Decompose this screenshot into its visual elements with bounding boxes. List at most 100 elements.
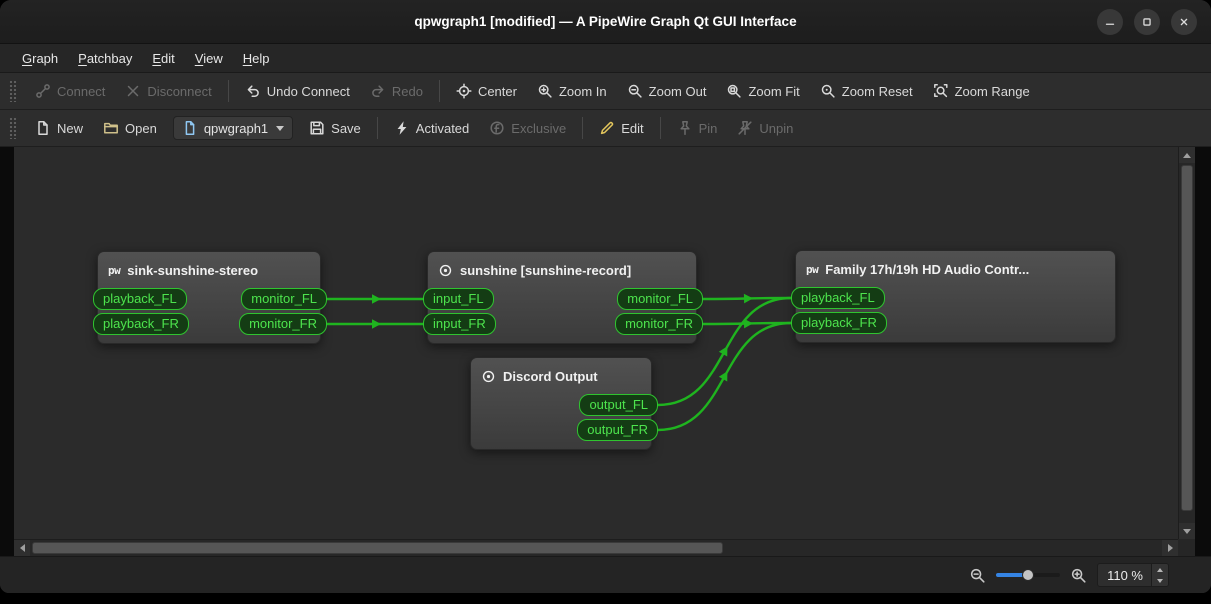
zoom-fit-button[interactable]: Zoom Fit bbox=[717, 79, 808, 103]
connection-arrow-icon bbox=[744, 294, 753, 304]
port-row: output_FR bbox=[466, 419, 658, 441]
horizontal-scroll-thumb[interactable] bbox=[32, 542, 723, 554]
activated-button[interactable]: Activated bbox=[385, 116, 478, 140]
zoom-value: 110 % bbox=[1098, 564, 1151, 586]
port-input_FR[interactable]: input_FR bbox=[423, 313, 496, 335]
horizontal-scrollbar[interactable] bbox=[14, 539, 1178, 556]
patchbay-file-combo-label: qpwgraph1 bbox=[204, 121, 268, 136]
scrollbar-corner bbox=[1178, 539, 1195, 556]
app-window: qpwgraph1 [modified] — A PipeWire Graph … bbox=[0, 0, 1211, 593]
maximize-icon[interactable] bbox=[1134, 9, 1160, 35]
open-button[interactable]: Open bbox=[94, 116, 166, 140]
new-icon bbox=[35, 120, 51, 136]
menubar: GraphPatchbayEditViewHelp bbox=[0, 44, 1211, 73]
port-playback_FL[interactable]: playback_FL bbox=[791, 287, 885, 309]
zoom-in-button[interactable]: Zoom In bbox=[528, 79, 616, 103]
port-input_FL[interactable]: input_FL bbox=[423, 288, 494, 310]
connection-arrow-icon bbox=[719, 371, 728, 381]
zoom-in-icon bbox=[537, 83, 553, 99]
pin-button[interactable]: Pin bbox=[668, 116, 727, 140]
undo-connect-button[interactable]: Undo Connect bbox=[236, 79, 359, 103]
menu-edit[interactable]: Edit bbox=[142, 47, 184, 70]
central-area: pwsink-sunshine-stereoplayback_FLmonitor… bbox=[0, 147, 1211, 556]
node-family-audio[interactable]: pwFamily 17h/19h HD Audio Contr...playba… bbox=[795, 250, 1116, 343]
zoom-fit-icon bbox=[726, 83, 742, 99]
toolbar-handle[interactable] bbox=[9, 117, 17, 139]
zoom-out-icon[interactable] bbox=[969, 567, 986, 584]
port-output_FL[interactable]: output_FL bbox=[579, 394, 658, 416]
undo-connect-button-label: Undo Connect bbox=[267, 84, 350, 99]
toolbar-handle[interactable] bbox=[9, 80, 17, 102]
node-sink-sunshine-stereo[interactable]: pwsink-sunshine-stereoplayback_FLmonitor… bbox=[97, 251, 321, 344]
port-monitor_FL[interactable]: monitor_FL bbox=[617, 288, 703, 310]
zoom-slider-handle[interactable] bbox=[1022, 569, 1034, 581]
zoom-slider[interactable] bbox=[996, 567, 1060, 583]
exclusive-button-label: Exclusive bbox=[511, 121, 566, 136]
toolbar-separator bbox=[660, 117, 661, 139]
minimize-icon[interactable] bbox=[1097, 9, 1123, 35]
save-button[interactable]: Save bbox=[300, 116, 370, 140]
vertical-scrollbar[interactable] bbox=[1178, 147, 1195, 539]
disconnect-button[interactable]: Disconnect bbox=[116, 79, 220, 103]
connection-wire[interactable] bbox=[703, 298, 791, 299]
scroll-down-button[interactable] bbox=[1179, 523, 1195, 539]
unpin-button[interactable]: Unpin bbox=[728, 116, 802, 140]
connection-arrow-icon bbox=[372, 319, 381, 329]
port-row: input_FR monitor_FR bbox=[423, 313, 703, 335]
titlebar[interactable]: qpwgraph1 [modified] — A PipeWire Graph … bbox=[0, 0, 1211, 44]
node-sunshine[interactable]: sunshine [sunshine-record]input_FLmonito… bbox=[427, 251, 697, 344]
new-button[interactable]: New bbox=[26, 116, 92, 140]
menu-view[interactable]: View bbox=[185, 47, 233, 70]
undo-icon bbox=[245, 83, 261, 99]
connection-wire[interactable] bbox=[703, 323, 791, 324]
arrow-up-icon bbox=[1183, 153, 1191, 158]
port-row: playback_FL monitor_FL bbox=[93, 288, 327, 310]
vertical-scroll-track[interactable] bbox=[1179, 163, 1195, 523]
zoom-range-button[interactable]: Zoom Range bbox=[924, 79, 1039, 103]
open-button-label: Open bbox=[125, 121, 157, 136]
redo-button[interactable]: Redo bbox=[361, 79, 432, 103]
port-playback_FL[interactable]: playback_FL bbox=[93, 288, 187, 310]
connect-button[interactable]: Connect bbox=[26, 79, 114, 103]
zoom-spinbox[interactable]: 110 % bbox=[1097, 563, 1169, 587]
scroll-left-button[interactable] bbox=[14, 540, 30, 556]
center-button-label: Center bbox=[478, 84, 517, 99]
port-row: input_FL monitor_FL bbox=[423, 288, 703, 310]
edit-icon bbox=[599, 120, 615, 136]
graph-canvas[interactable]: pwsink-sunshine-stereoplayback_FLmonitor… bbox=[14, 147, 1178, 539]
zoom-reset-button[interactable]: Zoom Reset bbox=[811, 79, 922, 103]
toolbar-separator bbox=[582, 117, 583, 139]
vertical-scroll-thumb[interactable] bbox=[1181, 165, 1193, 511]
arrow-down-icon bbox=[1157, 579, 1163, 583]
zoom-out-button[interactable]: Zoom Out bbox=[618, 79, 716, 103]
menu-patchbay[interactable]: Patchbay bbox=[68, 47, 142, 70]
zoom-in-icon[interactable] bbox=[1070, 567, 1087, 584]
arrow-up-icon bbox=[1157, 568, 1163, 572]
connect-button-label: Connect bbox=[57, 84, 105, 99]
menu-graph[interactable]: Graph bbox=[12, 47, 68, 70]
statusbar: 110 % bbox=[0, 556, 1211, 593]
scroll-up-button[interactable] bbox=[1179, 147, 1195, 163]
port-playback_FR[interactable]: playback_FR bbox=[93, 313, 189, 335]
center-icon bbox=[456, 83, 472, 99]
scroll-right-button[interactable] bbox=[1162, 540, 1178, 556]
port-monitor_FR[interactable]: monitor_FR bbox=[239, 313, 327, 335]
patchbay-file-combo[interactable]: qpwgraph1 bbox=[173, 116, 293, 140]
node-discord-output[interactable]: Discord Outputoutput_FLoutput_FR bbox=[470, 357, 652, 450]
exclusive-button[interactable]: Exclusive bbox=[480, 116, 575, 140]
document-icon bbox=[182, 120, 198, 136]
center-button[interactable]: Center bbox=[447, 79, 526, 103]
port-playback_FR[interactable]: playback_FR bbox=[791, 312, 887, 334]
port-monitor_FR[interactable]: monitor_FR bbox=[615, 313, 703, 335]
menu-help[interactable]: Help bbox=[233, 47, 280, 70]
close-icon[interactable] bbox=[1171, 9, 1197, 35]
port-monitor_FL[interactable]: monitor_FL bbox=[241, 288, 327, 310]
toolbar-file: New Open qpwgraph1 Save Activated Exclusive Ed… bbox=[0, 110, 1211, 147]
horizontal-scroll-track[interactable] bbox=[30, 540, 1162, 556]
zoom-reset-icon bbox=[820, 83, 836, 99]
zoom-spin-up-button[interactable] bbox=[1152, 564, 1168, 575]
pipewire-icon: pw bbox=[806, 264, 818, 275]
edit-button[interactable]: Edit bbox=[590, 116, 652, 140]
zoom-spin-down-button[interactable] bbox=[1152, 575, 1168, 586]
port-output_FR[interactable]: output_FR bbox=[577, 419, 658, 441]
